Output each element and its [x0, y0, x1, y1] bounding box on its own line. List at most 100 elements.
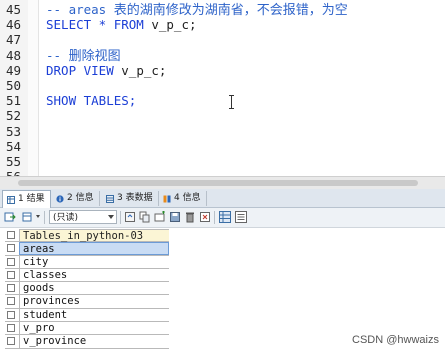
code-token: v_p_c; — [151, 17, 197, 33]
toolbar-separator — [44, 211, 45, 224]
line-number: 53 — [6, 123, 22, 139]
code-line[interactable]: 53 — [0, 124, 445, 140]
line-number: 51 — [6, 93, 22, 109]
table-cell[interactable]: classes — [19, 268, 169, 282]
code-line[interactable]: 45 -- areas 表的湖南修改为湖南省，不会报错，为空 — [0, 2, 445, 18]
row-checkbox[interactable] — [7, 270, 15, 279]
line-number: 48 — [6, 47, 22, 63]
editor-horizontal-scrollbar[interactable] — [0, 176, 445, 189]
export-icon[interactable] — [4, 211, 16, 223]
line-number: 47 — [6, 32, 22, 48]
code-line[interactable]: 46 SELECT * FROM v_p_c; — [0, 17, 445, 33]
table-cell[interactable]: v_pro — [19, 322, 169, 335]
result-grid[interactable]: Tables_in_python-03 areas city classes g… — [5, 229, 169, 349]
table-row[interactable]: provinces — [5, 295, 169, 309]
chevron-down-icon[interactable] — [36, 215, 40, 218]
code-line[interactable]: 52 — [0, 108, 445, 124]
code-line[interactable]: 47 — [0, 32, 445, 48]
code-line[interactable]: 55 — [0, 154, 445, 170]
code-token: DROP VIEW — [46, 62, 122, 78]
table-row[interactable]: student — [5, 308, 169, 323]
code-text[interactable]: DROP VIEW v_p_c; — [46, 63, 166, 79]
row-checkbox[interactable] — [7, 257, 15, 266]
code-token: SELECT * FROM — [46, 17, 152, 33]
tab-info-2[interactable]: 2 信息 — [52, 191, 100, 206]
table-row[interactable]: areas — [5, 242, 169, 256]
table-cell[interactable]: areas — [19, 242, 169, 255]
code-token: -- — [46, 47, 69, 63]
save-icon[interactable] — [169, 211, 181, 223]
tab-info-4[interactable]: 4 信息 — [159, 191, 207, 206]
tab-result[interactable]: 1 结果 — [2, 190, 51, 208]
table-row[interactable]: v_pro — [5, 322, 169, 336]
table-row[interactable]: v_province — [5, 335, 169, 349]
line-number: 45 — [6, 2, 22, 17]
grid-options-icon[interactable] — [22, 211, 34, 223]
form-view-icon[interactable] — [235, 211, 247, 223]
table-cell[interactable]: goods — [19, 282, 169, 295]
scrollbar-thumb[interactable] — [18, 180, 418, 186]
tab-label: 1 结果 — [18, 194, 45, 204]
line-number: 50 — [6, 78, 22, 93]
row-checkbox[interactable] — [7, 310, 15, 319]
code-text[interactable]: SELECT * FROM v_p_c; — [46, 17, 197, 33]
table-cell[interactable]: student — [19, 308, 169, 322]
row-checkbox[interactable] — [7, 284, 15, 293]
text-cursor-icon — [229, 95, 235, 109]
tab-label: 4 信息 — [174, 193, 201, 203]
grid-header-row: Tables_in_python-03 — [5, 229, 169, 243]
line-number: 55 — [6, 154, 22, 169]
watermark: CSDN @hwwaizs — [352, 334, 439, 346]
code-token: 表的湖南修改为湖南省，不会报错，为空 — [113, 3, 348, 18]
code-line[interactable]: 50 — [0, 78, 445, 94]
table-row[interactable]: city — [5, 255, 169, 269]
table-row[interactable]: classes — [5, 268, 169, 283]
line-number: 54 — [6, 138, 22, 154]
table-cell[interactable]: provinces — [19, 295, 169, 308]
tab-label: 2 信息 — [67, 193, 94, 203]
line-number: 46 — [6, 17, 22, 33]
column-header[interactable]: Tables_in_python-03 — [19, 229, 169, 242]
row-checkbox[interactable] — [7, 297, 15, 306]
toolbar-separator — [214, 211, 215, 224]
info-icon — [56, 194, 64, 203]
table-icon — [106, 194, 114, 203]
cancel-icon[interactable] — [199, 211, 211, 223]
code-token: -- areas — [46, 2, 114, 17]
sql-editor[interactable]: 45 -- areas 表的湖南修改为湖南省，不会报错，为空 46 SELECT * … — [0, 0, 445, 176]
table-row[interactable]: goods — [5, 282, 169, 296]
copy-icon[interactable] — [139, 211, 151, 223]
code-line[interactable]: 49 DROP VIEW v_p_c; — [0, 63, 445, 79]
mode-select-value: (只读) — [53, 213, 79, 223]
refresh-icon[interactable] — [124, 211, 136, 223]
code-line[interactable]: 51 SHOW TABLES; — [0, 93, 445, 109]
result-toolbar: (只读) — [0, 208, 445, 228]
select-all-checkbox[interactable] — [7, 231, 15, 239]
tab-label: 3 表数据 — [117, 193, 153, 203]
code-token: v_p_c; — [121, 62, 167, 78]
insert-row-icon[interactable] — [154, 211, 166, 223]
code-line[interactable]: 54 — [0, 139, 445, 155]
delete-icon[interactable] — [184, 211, 196, 223]
line-number: 49 — [6, 62, 22, 78]
code-line[interactable]: 56 — [0, 169, 445, 176]
code-text[interactable]: SHOW TABLES; — [46, 93, 136, 109]
read-only-mode-select[interactable]: (只读) — [49, 210, 117, 224]
code-token: 删除视图 — [68, 48, 121, 64]
table-cell[interactable]: city — [19, 255, 169, 268]
code-line[interactable]: 48 -- 删除视图 — [0, 48, 445, 64]
result-tabs: 1 结果 2 信息 3 表数据 4 信息 — [0, 189, 445, 208]
row-checkbox[interactable] — [7, 337, 15, 346]
line-number: 56 — [6, 169, 26, 176]
chevron-down-icon — [108, 215, 114, 219]
grid-icon — [7, 195, 15, 204]
table-cell[interactable]: v_province — [19, 335, 169, 348]
code-token: SHOW TABLES; — [46, 93, 137, 109]
line-number: 52 — [6, 108, 22, 124]
row-checkbox[interactable] — [7, 324, 15, 333]
toolbar-separator — [120, 211, 121, 224]
info-icon — [163, 195, 171, 202]
tab-table-data[interactable]: 3 表数据 — [102, 191, 159, 206]
grid-view-icon[interactable] — [219, 211, 231, 223]
row-checkbox[interactable] — [7, 244, 15, 253]
